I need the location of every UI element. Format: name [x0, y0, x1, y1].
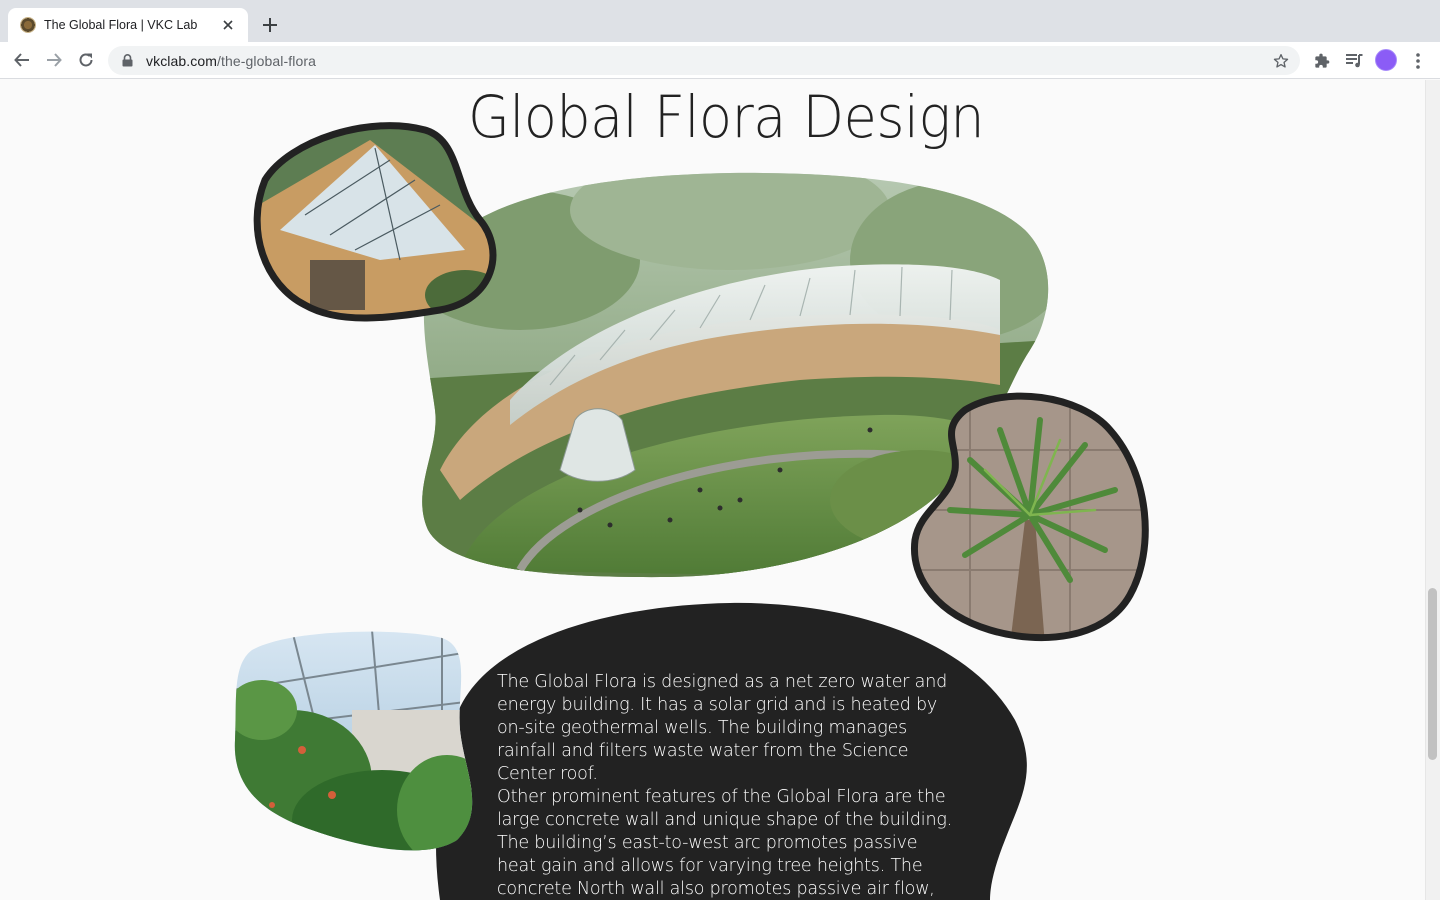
back-button[interactable] [8, 46, 36, 74]
profile-avatar[interactable] [1375, 49, 1397, 71]
star-icon[interactable] [1270, 50, 1292, 72]
page-content: Global Flora Design The Global Flora is … [0, 80, 1425, 900]
lock-icon[interactable] [120, 54, 134, 68]
palm-plant-image [910, 392, 1149, 642]
tab-strip: The Global Flora | VKC Lab [0, 0, 1440, 42]
scrollbar-track[interactable] [1425, 80, 1440, 900]
close-tab-icon[interactable] [218, 15, 238, 35]
queue-music-icon[interactable] [1341, 48, 1367, 74]
reload-button[interactable] [72, 46, 100, 74]
browser-toolbar: vkclab.com/the-global-flora [0, 42, 1440, 79]
kebab-menu-icon[interactable] [1405, 48, 1431, 74]
puzzle-icon[interactable] [1309, 48, 1335, 74]
page-title: Global Flora Design [468, 83, 985, 151]
greenhouse-interior-image [234, 631, 473, 851]
arrow-left-icon [14, 53, 29, 67]
browser-tab[interactable]: The Global Flora | VKC Lab [8, 8, 248, 42]
tab-title: The Global Flora | VKC Lab [44, 18, 198, 32]
forward-button[interactable] [40, 46, 68, 74]
site-favicon-icon [20, 17, 36, 33]
new-tab-button[interactable] [256, 11, 284, 39]
building-exterior-image [253, 122, 497, 322]
scrollbar-thumb[interactable] [1428, 588, 1437, 760]
paragraph-2: Other prominent features of the Global F… [497, 787, 953, 899]
arrow-right-icon [47, 53, 62, 67]
reload-icon [79, 53, 93, 67]
url-text: vkclab.com/the-global-flora [146, 53, 316, 69]
url-domain: vkclab.com [146, 52, 218, 69]
paragraph-1: The Global Flora is designed as a net ze… [497, 672, 947, 784]
url-path: /the-global-flora [217, 52, 317, 69]
address-bar[interactable]: vkclab.com/the-global-flora [108, 46, 1300, 75]
